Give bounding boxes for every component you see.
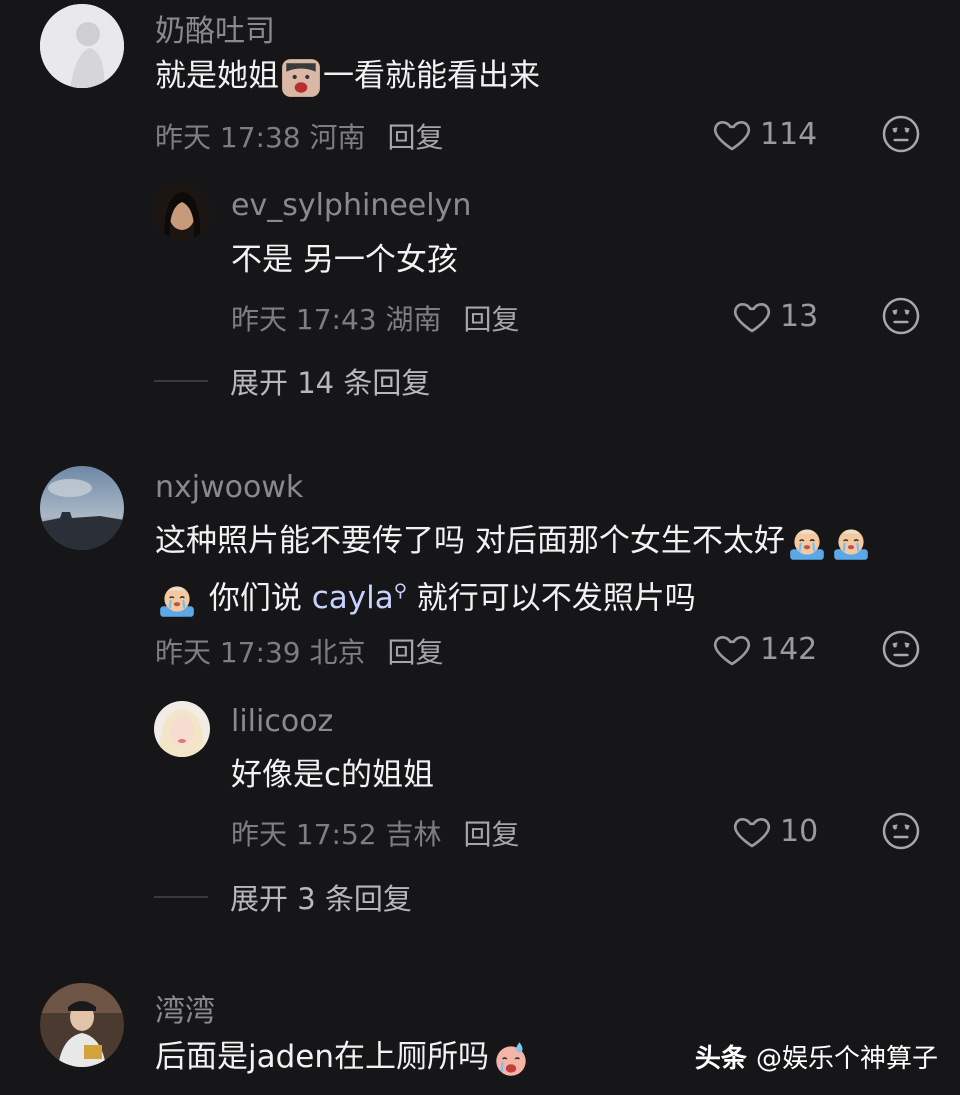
avatar-image-icon xyxy=(40,983,124,1067)
avatar[interactable] xyxy=(40,4,124,88)
avatar-image-icon xyxy=(40,4,124,88)
reply-button[interactable]: 回复 xyxy=(388,636,444,669)
comment-meta: 昨天 17:39 北京 回复 xyxy=(155,631,444,671)
comment-username[interactable]: 奶酪吐司 xyxy=(155,6,275,50)
reply-button[interactable]: 回复 xyxy=(464,303,520,336)
avatar[interactable] xyxy=(154,184,210,240)
heart-icon xyxy=(732,296,772,336)
avatar[interactable] xyxy=(40,466,124,550)
comment-text: 后面是jaden在上厕所吗 xyxy=(155,1033,533,1081)
avatar-image-icon xyxy=(40,466,124,550)
comment-text-part: 后面是jaden在上厕所吗 xyxy=(155,1039,490,1075)
scream-emoji-icon xyxy=(280,57,322,99)
dislike-face-icon[interactable] xyxy=(881,811,921,851)
watermark: 头条 @娱乐个神算子 xyxy=(695,1038,938,1075)
reply-button[interactable]: 回复 xyxy=(388,121,444,154)
like-count: 10 xyxy=(780,813,819,849)
avatar-image-icon xyxy=(154,701,210,757)
divider-line xyxy=(154,896,208,898)
comment-text-part: 就是她姐 xyxy=(155,58,279,94)
search-term-link[interactable]: cayla⚲ xyxy=(312,580,407,616)
reply-time-location: 昨天 17:52 吉林 xyxy=(231,818,442,851)
dislike-face-icon[interactable] xyxy=(881,296,921,336)
reply-username[interactable]: lilicooz xyxy=(231,704,333,739)
reply-username[interactable]: ev_sylphineelyn xyxy=(231,188,471,223)
search-icon: ⚲ xyxy=(393,581,407,602)
crying-emoji-icon xyxy=(156,579,198,621)
avatar-image-icon xyxy=(154,184,210,240)
expand-replies-button[interactable]: 展开 3 条回复 xyxy=(154,876,412,918)
like-count: 142 xyxy=(760,631,818,667)
like-count: 13 xyxy=(780,298,819,334)
crying-emoji-icon xyxy=(830,522,872,564)
heart-icon xyxy=(712,114,752,154)
comment-meta: 昨天 17:38 河南 回复 xyxy=(155,116,444,156)
like-button[interactable]: 114 xyxy=(712,114,817,154)
comment-text: 这种照片能不要传了吗 对后面那个女生不太好 xyxy=(155,517,873,565)
heart-icon xyxy=(712,629,752,669)
expand-replies-label: 展开 3 条回复 xyxy=(230,882,412,916)
comment-text-part: 就行可以不发照片吗 xyxy=(416,580,696,617)
comment-text: 你们说 cayla⚲ 就行可以不发照片吗 xyxy=(155,568,696,622)
like-count: 114 xyxy=(760,116,818,152)
search-term-label: cayla xyxy=(311,580,394,617)
reply-text: 好像是c的姐姐 xyxy=(231,757,435,793)
comment-time-location: 昨天 17:38 河南 xyxy=(155,121,366,154)
dislike-face-icon[interactable] xyxy=(881,629,921,669)
comment-text: 就是她姐 一看就能看出来 xyxy=(155,52,540,100)
avatar[interactable] xyxy=(40,983,124,1067)
heart-icon xyxy=(732,811,772,851)
divider-line xyxy=(154,380,208,382)
comment-text-part: 这种照片能不要传了吗 对后面那个女生不太好 xyxy=(155,523,785,559)
crying-emoji-icon xyxy=(786,522,828,564)
comment-text-part: 一看就能看出来 xyxy=(323,58,540,94)
dislike-face-icon[interactable] xyxy=(881,114,921,154)
comment-username[interactable]: nxjwoowk xyxy=(155,470,303,505)
like-button[interactable]: 10 xyxy=(732,811,818,851)
reply-meta: 昨天 17:52 吉林 回复 xyxy=(231,813,520,853)
comment-text-part: 你们说 xyxy=(208,580,302,617)
expand-replies-label: 展开 14 条回复 xyxy=(230,366,431,400)
watermark-brand: 头条 xyxy=(694,1044,747,1074)
like-button[interactable]: 13 xyxy=(732,296,818,336)
crying-drop-emoji-icon xyxy=(490,1038,532,1080)
comment-username[interactable]: 湾湾 xyxy=(155,986,215,1030)
like-button[interactable]: 142 xyxy=(712,629,817,669)
avatar[interactable] xyxy=(154,701,210,757)
watermark-handle: @娱乐个神算子 xyxy=(755,1044,938,1074)
expand-replies-button[interactable]: 展开 14 条回复 xyxy=(154,360,430,402)
reply-text: 不是 另一个女孩 xyxy=(231,242,458,278)
reply-button[interactable]: 回复 xyxy=(464,818,520,851)
reply-meta: 昨天 17:43 湖南 回复 xyxy=(231,298,520,338)
reply-time-location: 昨天 17:43 湖南 xyxy=(231,303,442,336)
comment-time-location: 昨天 17:39 北京 xyxy=(155,636,366,669)
